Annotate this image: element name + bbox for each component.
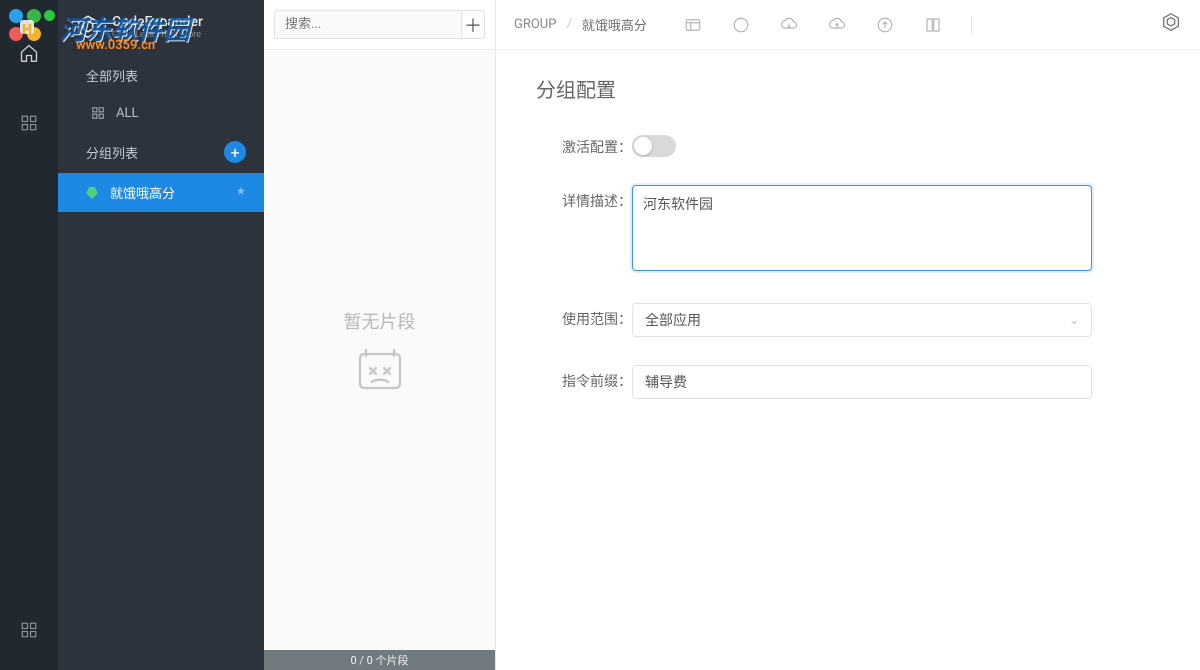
- grid-small-icon: [90, 105, 106, 121]
- activate-toggle[interactable]: [632, 135, 676, 157]
- sidebar: CodeExpander Code Less Think More 全部列表 A…: [58, 0, 264, 670]
- search-input[interactable]: [274, 10, 461, 39]
- sidebar-item-label: 就饿哦高分: [110, 183, 175, 202]
- brand-name: CodeExpander: [112, 15, 203, 30]
- card-view-icon[interactable]: [683, 15, 703, 35]
- label-desc: 详情描述: [536, 185, 632, 211]
- brand-logo-icon: [74, 14, 102, 42]
- window-controls[interactable]: [10, 10, 55, 21]
- sidebar-item-group-0[interactable]: 就饿哦高分: [58, 173, 264, 212]
- topbar: GROUP / 就饿哦高分: [496, 0, 1200, 50]
- sync-icon[interactable]: [731, 15, 751, 35]
- cloud-download-icon[interactable]: [779, 15, 799, 35]
- empty-face-icon: [356, 348, 404, 392]
- section-group-lists-title: 分组列表: [86, 143, 138, 162]
- add-snippet-button[interactable]: ＋: [461, 10, 485, 39]
- app-logo-icon[interactable]: [1160, 12, 1182, 38]
- breadcrumb-sep: /: [566, 17, 571, 32]
- add-group-button[interactable]: +: [224, 141, 246, 163]
- snippet-list-pane: ＋ 暂无片段 0 / 0 个片段: [264, 0, 496, 670]
- breadcrumb-root[interactable]: GROUP: [514, 17, 556, 32]
- topbar-actions: [683, 15, 972, 35]
- docs-icon[interactable]: [923, 15, 943, 35]
- tag-icon: [84, 185, 100, 201]
- cloud-upload-icon[interactable]: [827, 15, 847, 35]
- brand: CodeExpander Code Less Think More: [58, 0, 264, 56]
- main: GROUP / 就饿哦高分 分组配置 激活配置 详情描述: [496, 0, 1200, 670]
- description-textarea[interactable]: [632, 185, 1092, 271]
- content: 分组配置 激活配置 详情描述 使用范围 全部应用 ⌄ 指令前缀: [496, 50, 1200, 670]
- menu-bottom-nav[interactable]: [9, 610, 49, 650]
- breadcrumb-current[interactable]: 就饿哦高分: [582, 15, 647, 34]
- pin-icon: [236, 186, 246, 199]
- label-scope: 使用范围: [536, 303, 632, 329]
- scope-select[interactable]: 全部应用 ⌄: [632, 303, 1092, 337]
- label-activate: 激活配置: [536, 131, 632, 157]
- close-window[interactable]: [10, 10, 21, 21]
- section-all-lists-title: 全部列表: [86, 66, 138, 85]
- prefix-input[interactable]: [632, 365, 1092, 399]
- page-title: 分组配置: [536, 74, 1160, 103]
- empty-text: 暂无片段: [344, 308, 416, 334]
- section-all-lists-header: 全部列表: [58, 56, 264, 95]
- brand-subtitle: Code Less Think More: [112, 31, 203, 41]
- topbar-divider: [971, 16, 972, 34]
- empty-state: 暂无片段: [264, 50, 495, 650]
- chevron-down-icon: ⌄: [1069, 313, 1079, 327]
- icon-rail: [0, 0, 58, 670]
- maximize-window[interactable]: [44, 10, 55, 21]
- list-footer: 0 / 0 个片段: [264, 650, 495, 670]
- scope-value: 全部应用: [645, 310, 701, 330]
- sidebar-item-all[interactable]: ALL: [58, 95, 264, 131]
- label-prefix: 指令前缀: [536, 365, 632, 391]
- apps-grid-nav[interactable]: [9, 103, 49, 143]
- list-footer-text: 0 / 0 个片段: [350, 652, 408, 668]
- minimize-window[interactable]: [27, 10, 38, 21]
- sidebar-item-label: ALL: [116, 106, 138, 121]
- breadcrumb: GROUP / 就饿哦高分: [514, 15, 647, 34]
- home-nav[interactable]: [9, 33, 49, 73]
- section-group-lists-header: 分组列表 +: [58, 131, 264, 173]
- upload-circle-icon[interactable]: [875, 15, 895, 35]
